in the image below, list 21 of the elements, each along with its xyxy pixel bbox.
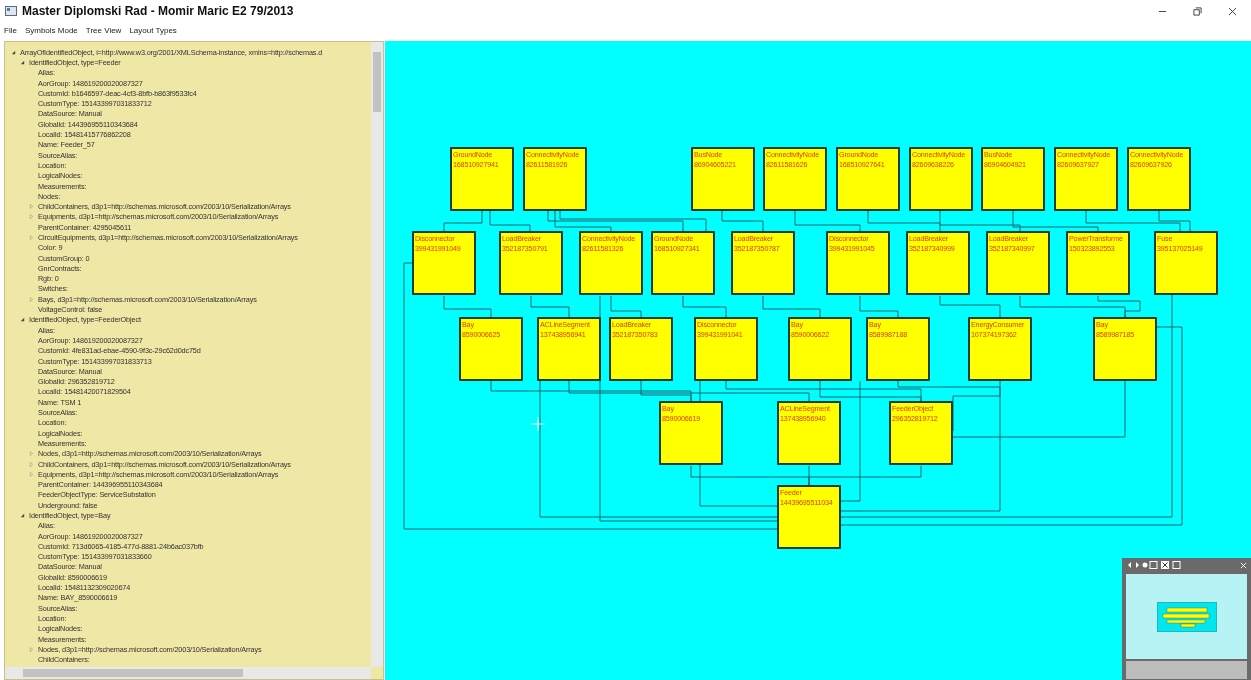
menu-item[interactable]: Tree View: [85, 24, 122, 36]
vertical-scrollbar[interactable]: [371, 42, 383, 667]
crosshair-cursor-icon: [531, 417, 545, 431]
connector-line: [721, 210, 764, 232]
menu-item[interactable]: Symbols Mode: [24, 24, 78, 36]
app-icon: [5, 6, 17, 16]
window-title: Master Diplomski Rad - Momir Maric E2 79/2013: [22, 4, 294, 18]
diagram-thumbnail-drawing: [1156, 601, 1217, 632]
connector-line: [794, 210, 861, 232]
collapsed-arrow-icon[interactable]: [29, 296, 34, 302]
restore-icon[interactable]: [1193, 6, 1202, 16]
menu-item[interactable]: Layout Types: [129, 24, 177, 36]
connector-line: [489, 210, 531, 232]
connector-line: [443, 210, 483, 232]
expanded-arrow-icon[interactable]: [20, 317, 25, 323]
close-icon[interactable]: [1228, 6, 1237, 16]
expanded-arrow-icon[interactable]: [20, 513, 25, 518]
collapsed-arrow-icon[interactable]: [29, 646, 34, 652]
menu-item[interactable]: File: [4, 24, 17, 36]
horizontal-scrollbar[interactable]: [5, 667, 371, 679]
collapsed-arrow-icon[interactable]: [29, 235, 34, 240]
